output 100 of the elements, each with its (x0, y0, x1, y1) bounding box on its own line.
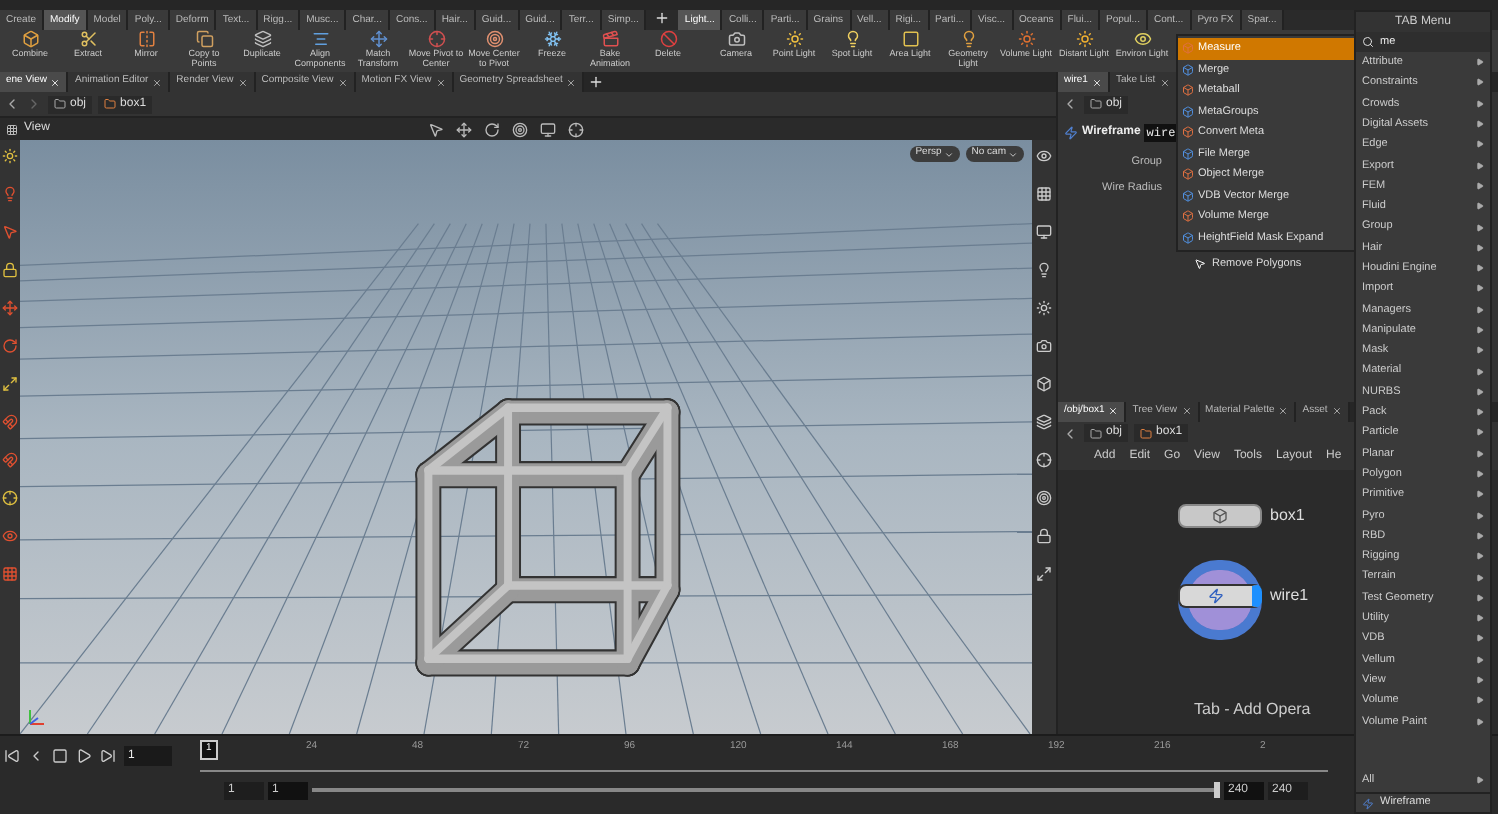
rotate-icon[interactable] (484, 121, 500, 137)
back-icon[interactable] (1062, 96, 1078, 112)
add-tab-icon[interactable] (654, 10, 671, 26)
camera-icon (727, 30, 745, 48)
node-type-icon (1182, 231, 1194, 244)
magnet-icon[interactable] (2, 414, 18, 430)
scale-icon[interactable] (1036, 566, 1052, 582)
grid-icon[interactable] (1036, 186, 1052, 202)
axis-gizmo-icon (26, 708, 46, 728)
sun-icon[interactable] (2, 148, 18, 164)
pointer-icon (1194, 258, 1206, 271)
square-icon (901, 30, 919, 48)
clapperboard-icon (601, 30, 619, 48)
bulb-icon[interactable] (1036, 262, 1052, 278)
node-type-icon (1182, 168, 1194, 181)
submenu-arrow-icon (1476, 408, 1484, 417)
submenu-arrow-icon (1476, 490, 1484, 499)
step-back-icon[interactable] (28, 748, 44, 764)
submenu-arrow-icon (1476, 676, 1484, 685)
submenu-arrow-icon (1476, 655, 1484, 664)
submenu-arrow-icon (1476, 202, 1484, 211)
submenu-arrow-icon (1476, 367, 1484, 376)
rotate-icon[interactable] (2, 338, 18, 354)
submenu-arrow-icon (1476, 264, 1484, 273)
layers-icon (253, 30, 271, 48)
grid-icon[interactable] (2, 566, 18, 582)
eye-icon[interactable] (1036, 148, 1052, 164)
back-icon[interactable] (4, 96, 20, 112)
submenu-arrow-icon (1476, 717, 1484, 726)
submenu-arrow-icon (1476, 552, 1484, 561)
align-icon (311, 30, 329, 48)
folder-icon (104, 98, 117, 110)
node-type-icon (1182, 189, 1194, 202)
submenu-arrow-icon (1476, 696, 1484, 705)
node-type-icon (1182, 84, 1194, 97)
monitor-icon[interactable] (1036, 224, 1052, 240)
node-tile[interactable] (1178, 583, 1262, 607)
layers-icon[interactable] (1036, 414, 1052, 430)
caret-icon (943, 149, 954, 159)
no-entry-icon (659, 30, 677, 48)
bulb-icon (959, 30, 977, 48)
lock-icon[interactable] (2, 262, 18, 278)
bulb-icon[interactable] (2, 186, 18, 202)
submenu-arrow-icon (1476, 181, 1484, 190)
submenu-arrow-icon (1476, 140, 1484, 149)
jump-start-icon[interactable] (4, 748, 20, 764)
play-icon[interactable] (76, 748, 92, 764)
submenu-arrow-icon (1476, 531, 1484, 540)
target-icon (485, 30, 503, 48)
sun-icon[interactable] (1036, 300, 1052, 316)
submenu-arrow-icon (1476, 99, 1484, 108)
target-icon[interactable] (1036, 490, 1052, 506)
scissors-icon (79, 30, 97, 48)
submenu-arrow-icon (1476, 449, 1484, 458)
submenu-arrow-icon (1476, 284, 1484, 293)
node-type-icon (1182, 147, 1194, 160)
node-label: wire1 (1270, 583, 1309, 607)
pointer-icon[interactable] (2, 224, 18, 240)
back-icon[interactable] (1062, 425, 1078, 441)
sun-icon (1075, 30, 1093, 48)
camera-icon[interactable] (1036, 338, 1052, 354)
node-type-icon (1182, 210, 1194, 223)
eye-icon[interactable] (2, 528, 18, 544)
node-tile[interactable] (1178, 503, 1262, 527)
move-icon[interactable] (456, 121, 472, 137)
submenu-arrow-icon (1476, 120, 1484, 129)
jump-end-icon[interactable] (100, 748, 116, 764)
submenu-arrow-icon (1476, 243, 1484, 252)
wire-icon (1208, 587, 1224, 603)
network-hint: Tab - Add Opera (1194, 698, 1311, 722)
range-thumb[interactable] (1214, 782, 1220, 798)
stop-icon[interactable] (52, 748, 68, 764)
scale-icon[interactable] (2, 376, 18, 392)
node-type-icon (1182, 63, 1194, 76)
node-type-icon (1182, 105, 1194, 118)
view-menu-icon[interactable] (6, 123, 18, 135)
magnet-icon[interactable] (2, 452, 18, 468)
lock-icon[interactable] (1036, 528, 1052, 544)
folder-icon (1090, 98, 1102, 110)
sun-icon (1017, 30, 1035, 48)
target-icon[interactable] (512, 121, 528, 137)
folder-icon (1140, 427, 1153, 439)
move-icon[interactable] (2, 300, 18, 316)
submenu-arrow-icon (1476, 326, 1484, 334)
submenu-arrow-icon (1476, 78, 1484, 87)
submenu-arrow-icon (1476, 305, 1484, 314)
crosshair-icon[interactable] (1036, 452, 1052, 468)
pointer-icon[interactable] (428, 121, 444, 137)
box-icon (1212, 507, 1228, 523)
folder-icon (54, 98, 66, 110)
node-type-icon (1182, 42, 1194, 55)
crosshair-icon[interactable] (568, 121, 584, 137)
submenu-arrow-icon (1476, 776, 1484, 784)
submenu-arrow-icon (1476, 614, 1484, 623)
move-icon (369, 30, 387, 48)
submenu-arrow-icon (1476, 634, 1484, 643)
add-tab-icon[interactable] (588, 74, 605, 90)
crosshair-icon[interactable] (2, 490, 18, 506)
monitor-icon[interactable] (540, 121, 556, 137)
box-icon[interactable] (1036, 376, 1052, 392)
